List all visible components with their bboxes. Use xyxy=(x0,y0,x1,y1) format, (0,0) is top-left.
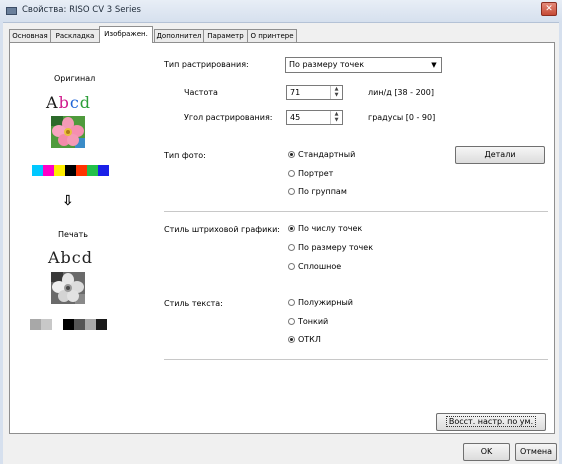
line-art-label: Стиль штриховой графики: xyxy=(164,225,281,234)
ok-button[interactable]: OK xyxy=(463,443,510,461)
line-art-dot-count-label: По числу точек xyxy=(298,224,363,233)
swatch-black xyxy=(65,165,76,176)
text-off-label: ОТКЛ xyxy=(298,335,321,344)
screening-type-select[interactable]: По размеру точек ▼ xyxy=(285,57,442,73)
swatch-gray-1 xyxy=(30,319,41,330)
swatch-black xyxy=(63,319,74,330)
print-flower-image xyxy=(51,272,85,304)
print-sample-text: Abcd xyxy=(48,248,93,267)
text-off-radio[interactable]: ОТКЛ xyxy=(288,335,321,344)
cancel-button[interactable]: Отмена xyxy=(515,443,557,461)
swatch-red xyxy=(76,165,87,176)
tab-advanced[interactable]: Дополнител xyxy=(154,29,204,42)
text-thin-label: Тонкий xyxy=(298,317,329,326)
tab-layout[interactable]: Раскладка xyxy=(50,29,100,42)
text-bold-label: Полужирный xyxy=(298,298,353,307)
frequency-value: 71 xyxy=(290,88,301,97)
photo-groups-label: По группам xyxy=(298,187,347,196)
tab-image[interactable]: Изображен. xyxy=(99,26,153,43)
angle-label: Угол растрирования: xyxy=(184,113,273,122)
separator xyxy=(164,359,548,360)
radio-dot[interactable] xyxy=(288,188,295,195)
radio-dot[interactable] xyxy=(288,263,295,270)
image-settings-panel: Оригинал Abcd ⇩ Печать Abcd Тип растриро… xyxy=(9,42,555,434)
separator xyxy=(164,211,548,212)
line-art-solid-radio[interactable]: Сплошное xyxy=(288,262,341,271)
window-title: Свойства: RISO CV 3 Series xyxy=(22,5,141,15)
spin-down-icon[interactable]: ▼ xyxy=(331,117,342,123)
swatch-gray-2 xyxy=(41,319,52,330)
title-bar: Свойства: RISO CV 3 Series ✕ xyxy=(0,0,562,23)
swatch-gray-4 xyxy=(85,319,96,330)
details-button[interactable]: Детали xyxy=(455,146,545,164)
line-art-dot-size-label: По размеру точек xyxy=(298,243,374,252)
restore-defaults-label: Восст. настр. по ум. xyxy=(445,416,537,427)
printer-icon xyxy=(6,7,17,15)
tab-basic[interactable]: Основная xyxy=(9,29,51,42)
original-label: Оригинал xyxy=(54,74,96,83)
print-label: Печать xyxy=(58,230,88,239)
photo-standard-radio[interactable]: Стандартный xyxy=(288,150,355,159)
line-art-dot-size-radio[interactable]: По размеру точек xyxy=(288,243,373,252)
swatch-dark xyxy=(96,319,107,330)
radio-dot[interactable] xyxy=(288,225,295,232)
original-color-swatches xyxy=(32,165,109,176)
spin-down-icon[interactable]: ▼ xyxy=(331,92,342,98)
window-frame-left xyxy=(0,22,3,464)
swatch-cyan xyxy=(32,165,43,176)
screening-type-value: По размеру точек xyxy=(289,60,365,69)
photo-groups-radio[interactable]: По группам xyxy=(288,187,347,196)
print-gray-swatches xyxy=(30,319,107,330)
angle-range: градусы [0 - 90] xyxy=(368,113,436,122)
radio-dot[interactable] xyxy=(288,151,295,158)
line-art-solid-label: Сплошное xyxy=(298,262,342,271)
frequency-range: лин/д [38 - 200] xyxy=(368,88,434,97)
photo-portrait-radio[interactable]: Портрет xyxy=(288,169,333,178)
close-button[interactable]: ✕ xyxy=(541,2,557,16)
angle-value: 45 xyxy=(290,113,301,122)
frequency-label: Частота xyxy=(184,88,218,97)
tab-about-printer[interactable]: О принтере xyxy=(247,29,297,42)
arrow-down-icon: ⇩ xyxy=(62,193,74,209)
swatch-magenta xyxy=(43,165,54,176)
swatch-blue xyxy=(98,165,109,176)
radio-dot[interactable] xyxy=(288,299,295,306)
photo-standard-label: Стандартный xyxy=(298,150,356,159)
angle-spin-buttons[interactable]: ▲ ▼ xyxy=(330,111,342,124)
frequency-spin-buttons[interactable]: ▲ ▼ xyxy=(330,86,342,99)
chevron-down-icon[interactable]: ▼ xyxy=(428,59,440,71)
photo-portrait-label: Портрет xyxy=(298,169,334,178)
photo-type-label: Тип фото: xyxy=(164,151,206,160)
text-style-label: Стиль текста: xyxy=(164,299,223,308)
radio-dot[interactable] xyxy=(288,170,295,177)
swatch-green xyxy=(87,165,98,176)
angle-stepper[interactable]: 45 ▲ ▼ xyxy=(286,110,343,125)
text-bold-radio[interactable]: Полужирный xyxy=(288,298,353,307)
original-sample-text: Abcd xyxy=(46,93,92,112)
radio-dot[interactable] xyxy=(288,336,295,343)
radio-dot[interactable] xyxy=(288,244,295,251)
radio-dot[interactable] xyxy=(288,318,295,325)
original-flower-image xyxy=(51,116,85,148)
line-art-dot-count-radio[interactable]: По числу точек xyxy=(288,224,362,233)
swatch-white xyxy=(52,319,63,330)
swatch-gray-3 xyxy=(74,319,85,330)
restore-defaults-button[interactable]: Восст. настр. по ум. xyxy=(436,413,546,431)
swatch-yellow xyxy=(54,165,65,176)
screening-type-label: Тип растрирования: xyxy=(164,60,249,69)
frequency-stepper[interactable]: 71 ▲ ▼ xyxy=(286,85,343,100)
tab-parameters[interactable]: Параметр xyxy=(203,29,248,42)
text-thin-radio[interactable]: Тонкий xyxy=(288,317,328,326)
